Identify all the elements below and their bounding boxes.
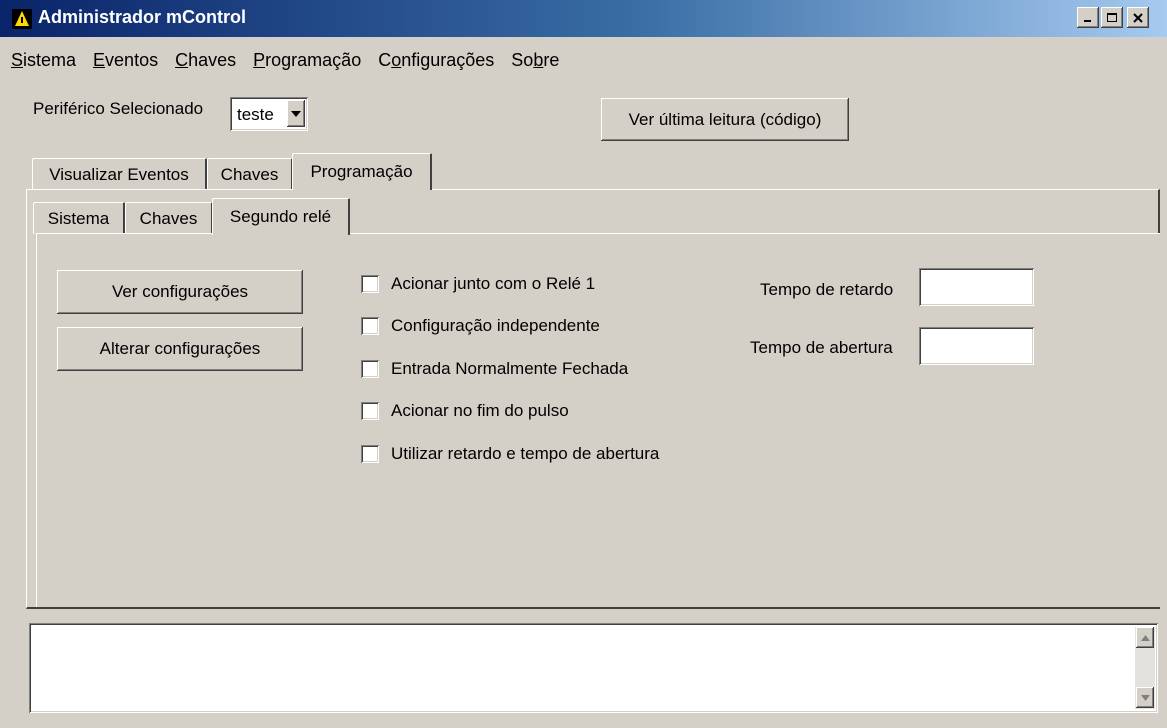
last-reading-button[interactable]: Ver última leitura (código) [601, 98, 849, 141]
app-icon [12, 9, 32, 29]
chevron-down-icon [291, 110, 301, 117]
tab-visualizar-eventos[interactable]: Visualizar Eventos [32, 158, 207, 190]
window-title: Administrador mControl [38, 7, 247, 27]
checkbox-label: Acionar no fim do pulso [391, 401, 569, 420]
checkbox-box[interactable] [361, 317, 379, 335]
checkbox-label: Entrada Normalmente Fechada [391, 359, 629, 378]
maximize-button[interactable] [1101, 7, 1123, 28]
checkbox-acionar-fim-pulso[interactable]: Acionar no fim do pulso [361, 401, 569, 421]
tab-chaves[interactable]: Chaves [207, 158, 293, 190]
view-config-button[interactable]: Ver configurações [57, 270, 303, 314]
log-scrollbar[interactable] [1135, 627, 1155, 709]
peripheral-select[interactable]: teste [230, 97, 308, 131]
arrow-down-icon [1140, 694, 1150, 701]
arrow-up-icon [1140, 634, 1150, 641]
menu-chaves[interactable]: Chaves [164, 44, 242, 80]
checkbox-label: Utilizar retardo e tempo de abertura [391, 444, 660, 463]
menu-configuracoes[interactable]: Configurações [367, 44, 500, 80]
checkbox-label: Configuração independente [391, 316, 600, 335]
change-config-button[interactable]: Alterar configurações [57, 327, 303, 371]
menu-eventos[interactable]: Eventos [82, 44, 164, 80]
minimize-button[interactable] [1077, 7, 1099, 28]
subtab-chaves[interactable]: Chaves [125, 202, 213, 234]
peripheral-label: Periférico Selecionado [33, 99, 204, 118]
checkbox-configuracao-independente[interactable]: Configuração independente [361, 316, 600, 336]
open-time-label: Tempo de abertura [750, 338, 893, 357]
close-icon [1133, 12, 1143, 23]
close-button[interactable] [1127, 7, 1149, 28]
checkbox-box[interactable] [361, 402, 379, 420]
checkbox-box[interactable] [361, 445, 379, 463]
tab-programacao[interactable]: Programação [292, 153, 432, 190]
subtab-sistema[interactable]: Sistema [33, 202, 125, 234]
menu-sobre[interactable]: Sobre [500, 44, 565, 80]
checkbox-entrada-normalmente-fechada[interactable]: Entrada Normalmente Fechada [361, 359, 628, 379]
menu-programacao[interactable]: Programação [242, 44, 367, 80]
log-textarea[interactable] [29, 623, 1158, 713]
open-time-input[interactable] [919, 327, 1034, 365]
delay-input[interactable] [919, 268, 1034, 306]
minimize-icon [1084, 19, 1091, 22]
menu-sistema[interactable]: Sistema [0, 44, 82, 80]
subtab-segundo-rele[interactable]: Segundo relé [212, 198, 350, 235]
checkbox-box[interactable] [361, 275, 379, 293]
maximize-icon [1107, 12, 1117, 22]
scroll-down-button[interactable] [1136, 687, 1154, 708]
delay-label: Tempo de retardo [760, 280, 894, 299]
checkbox-acionar-junto-rele1[interactable]: Acionar junto com o Relé 1 [361, 274, 595, 294]
peripheral-value: teste [237, 105, 274, 124]
checkbox-label: Acionar junto com o Relé 1 [391, 274, 596, 293]
checkbox-utilizar-retardo[interactable]: Utilizar retardo e tempo de abertura [361, 444, 659, 464]
title-bar[interactable]: Administrador mControl [0, 0, 1167, 37]
checkbox-box[interactable] [361, 360, 379, 378]
peripheral-dropdown-button[interactable] [287, 100, 305, 127]
menu-bar: Sistema Eventos Chaves Programação Confi… [0, 44, 565, 80]
scroll-up-button[interactable] [1136, 627, 1154, 648]
